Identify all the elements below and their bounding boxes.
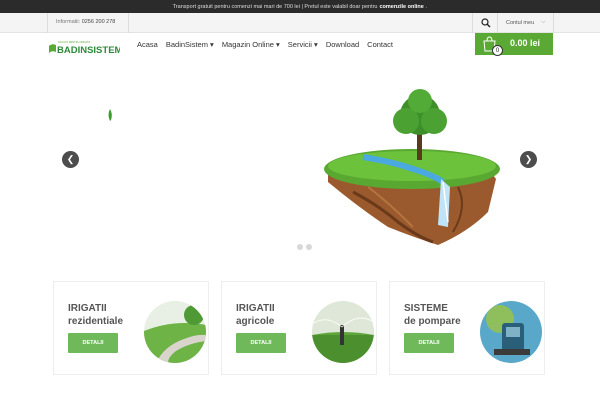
nav-acasa[interactable]: Acasa <box>137 40 158 49</box>
divider <box>553 13 554 33</box>
main-nav: Acasa BadinSistem ▾ Magazin Online ▾ Ser… <box>137 40 393 49</box>
category-card-pompare: SISTEME de pompare DETALII <box>389 281 545 375</box>
logo-tagline: SOLUTII PENTRU IRIGATII <box>58 40 90 44</box>
account-menu[interactable]: Contul meu <box>506 20 534 26</box>
announcement-bar: Transport gratuit pentru comenzi mai mar… <box>0 0 600 13</box>
divider <box>128 13 129 33</box>
slider-dots <box>297 244 312 250</box>
divider <box>497 13 498 33</box>
category-card-rezidentiale: IRIGATII rezidentiale DETALII <box>53 281 209 375</box>
leaf-decoration <box>108 109 112 121</box>
cart-button[interactable]: 0 0.00 lei <box>475 33 553 56</box>
info-label: Informatii: <box>56 19 81 25</box>
badinsistem-logo[interactable]: SOLUTII PENTRU IRIGATII BADINSISTEM <box>48 39 120 55</box>
category-card-agricole: IRIGATII agricole DETALII <box>221 281 377 375</box>
slider-dot[interactable] <box>306 244 312 250</box>
floating-island-image <box>324 89 500 245</box>
divider <box>47 13 48 33</box>
announcement-bold: comenzile online <box>379 3 424 10</box>
logo-text: BADINSISTEM <box>57 45 120 55</box>
cart-count-badge: 0 <box>492 45 503 56</box>
nav-download[interactable]: Download <box>326 40 359 49</box>
nav-servicii[interactable]: Servicii ▾ <box>288 40 318 49</box>
nav-badinsistem[interactable]: BadinSistem ▾ <box>166 40 214 49</box>
cart-total: 0.00 lei <box>510 38 541 48</box>
search-icon[interactable] <box>481 18 491 28</box>
announcement-end: . <box>425 3 428 10</box>
details-button[interactable]: DETALII <box>404 333 454 353</box>
contact-info: Informatii: 0256 200 278 <box>56 19 115 25</box>
card-title: IRIGATII agricole <box>236 303 275 327</box>
nav-magazin-online[interactable]: Magazin Online ▾ <box>222 40 280 49</box>
card-title: IRIGATII rezidentiale <box>68 303 124 327</box>
leaf-icon <box>49 44 56 53</box>
chevron-down-icon[interactable]: ⌵ <box>541 19 546 26</box>
slider-next-button[interactable]: ❯ <box>520 151 537 168</box>
nav-contact[interactable]: Contact <box>367 40 393 49</box>
details-button[interactable]: DETALII <box>236 333 286 353</box>
divider <box>472 13 473 33</box>
sprinkler-field-image <box>312 301 374 363</box>
slider-prev-button[interactable]: ❮ <box>62 151 79 168</box>
announcement-text: Transport gratuit pentru comenzi mai mar… <box>172 3 378 10</box>
details-button[interactable]: DETALII <box>68 333 118 353</box>
lawn-path-image <box>144 301 206 363</box>
pump-image <box>480 301 542 363</box>
slider-dot[interactable] <box>297 244 303 250</box>
hero-slider: ❮ ❯ <box>0 61 600 260</box>
phone-number[interactable]: 0256 200 278 <box>82 19 116 25</box>
info-bar: Informatii: 0256 200 278 Contul meu ⌵ <box>0 13 600 33</box>
site-header: SOLUTII PENTRU IRIGATII BADINSISTEM Acas… <box>0 33 600 61</box>
card-title: SISTEME de pompare <box>404 303 461 327</box>
